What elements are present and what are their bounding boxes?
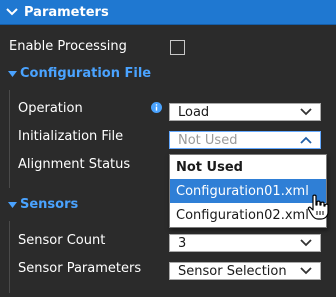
initialization-file-label: Initialization File: [18, 129, 124, 144]
sensor-parameters-value: Sensor Selection: [178, 263, 287, 279]
chevron-down-icon: [300, 108, 312, 116]
chevron-down-icon: [300, 267, 312, 275]
configuration-group-border: [9, 90, 10, 188]
sensor-parameters-label: Sensor Parameters: [18, 261, 142, 276]
sensors-section-header[interactable]: Sensors: [4, 197, 78, 212]
dropdown-option[interactable]: Not Used: [170, 155, 326, 179]
initialization-file-dropdown[interactable]: Not Used Configuration01.xml Configurati…: [169, 154, 327, 228]
chevron-up-icon: [300, 136, 312, 144]
dropdown-option[interactable]: Configuration02.xml: [170, 203, 326, 227]
triangle-down-icon: [4, 70, 20, 77]
sensors-group-border: [9, 221, 10, 293]
sensor-count-select[interactable]: 3: [169, 234, 321, 252]
initialization-file-value: Not Used: [178, 132, 238, 148]
section-title: Sensors: [20, 197, 79, 212]
chevron-down-icon: [2, 8, 22, 16]
dropdown-option[interactable]: Configuration01.xml: [170, 179, 326, 203]
sensor-count-label: Sensor Count: [18, 233, 106, 248]
operation-select[interactable]: Load: [169, 103, 321, 121]
configuration-file-section-header[interactable]: Configuration File: [4, 66, 151, 81]
alignment-status-label: Alignment Status: [18, 157, 131, 172]
sensor-parameters-select[interactable]: Sensor Selection: [169, 262, 321, 280]
operation-label: Operation: [18, 101, 83, 116]
hand-cursor-icon: [307, 194, 329, 220]
info-icon[interactable]: [151, 102, 162, 113]
sensor-count-value: 3: [178, 235, 187, 251]
chevron-down-icon: [300, 239, 312, 247]
section-title: Configuration File: [20, 66, 152, 81]
panel-title: Parameters: [24, 4, 109, 20]
initialization-file-select[interactable]: Not Used: [169, 131, 321, 149]
parameters-panel-header[interactable]: Parameters: [0, 0, 336, 25]
enable-processing-checkbox[interactable]: [170, 40, 185, 55]
operation-value: Load: [178, 104, 210, 120]
enable-processing-label: Enable Processing: [9, 39, 127, 54]
triangle-down-icon: [4, 201, 20, 208]
